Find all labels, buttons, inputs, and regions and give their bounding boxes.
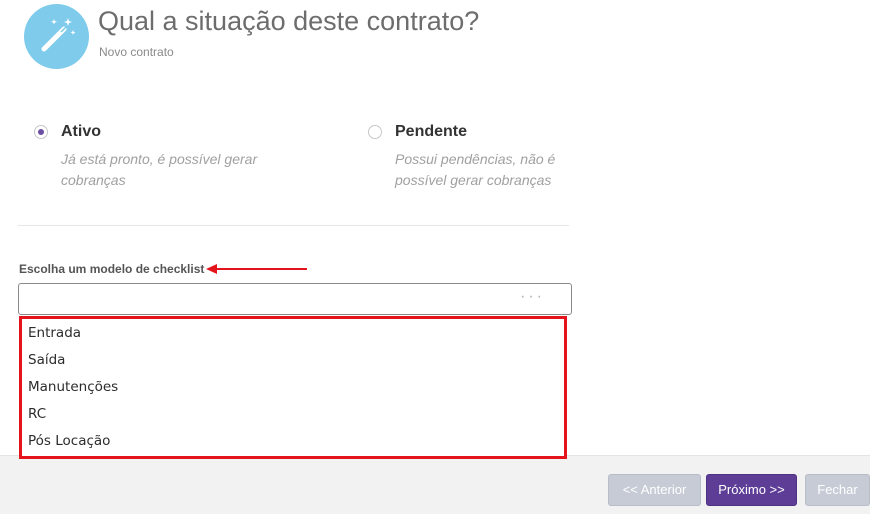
dropdown-option[interactable]: Saída bbox=[28, 352, 65, 368]
dropdown-option[interactable]: RC bbox=[28, 406, 46, 422]
checklist-label: Escolha um modelo de checklist bbox=[19, 262, 205, 276]
checklist-dropdown: Entrada Saída Manutenções RC Pós Locação bbox=[19, 316, 567, 459]
checklist-select[interactable]: ··· bbox=[18, 283, 572, 315]
magic-wand-icon bbox=[41, 18, 76, 52]
more-options-icon: ··· bbox=[520, 288, 545, 305]
previous-button[interactable]: << Anterior bbox=[608, 474, 701, 506]
page-subtitle: Novo contrato bbox=[99, 45, 174, 59]
header-icon-circle bbox=[24, 4, 89, 69]
status-option-label: Ativo bbox=[61, 123, 101, 140]
dropdown-option[interactable]: Entrada bbox=[28, 325, 81, 341]
dropdown-option[interactable]: Pós Locação bbox=[28, 433, 110, 449]
status-option-description: Possui pendências, não é possível gerar … bbox=[395, 151, 556, 188]
section-divider bbox=[18, 225, 569, 226]
radio-pendente[interactable] bbox=[368, 125, 382, 139]
status-option-label: Pendente bbox=[395, 123, 468, 140]
status-option-description: Já está pronto, é possível gerar cobranç… bbox=[61, 151, 258, 188]
radio-ativo[interactable] bbox=[34, 125, 48, 139]
next-button[interactable]: Próximo >> bbox=[706, 474, 797, 506]
page-title: Qual a situação deste contrato? bbox=[98, 6, 480, 36]
dropdown-option[interactable]: Manutenções bbox=[28, 379, 118, 395]
annotation-arrow-icon bbox=[206, 264, 307, 274]
close-button[interactable]: Fechar bbox=[805, 474, 870, 506]
